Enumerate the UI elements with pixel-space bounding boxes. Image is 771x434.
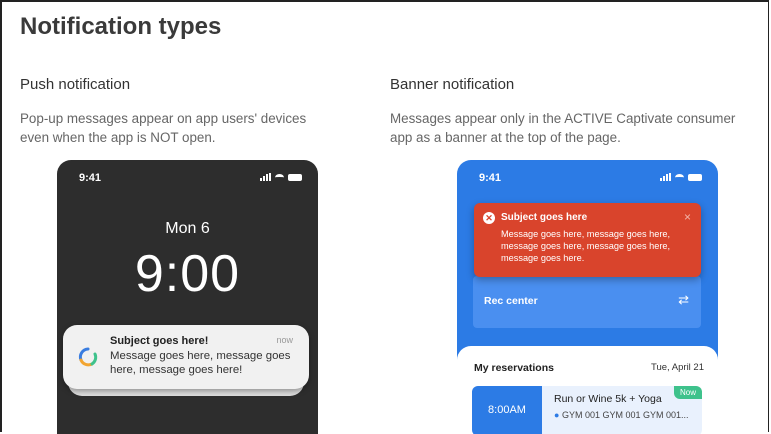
wifi-icon	[275, 173, 284, 181]
close-icon[interactable]: ×	[684, 210, 691, 224]
banner-phone-mockup: 9:41 Rec center ⇄ ✕ Subject goes here × …	[457, 160, 718, 434]
banner-description: Messages appear only in the ACTIVE Capti…	[390, 109, 770, 147]
push-subject: Subject goes here!	[110, 335, 209, 347]
reservations-title: My reservations	[474, 362, 554, 374]
error-icon: ✕	[483, 212, 495, 224]
banner-message: Message goes here, message goes here, me…	[501, 229, 671, 263]
banner-alert[interactable]: ✕ Subject goes here × Message goes here,…	[474, 203, 701, 277]
rec-center-label: Rec center	[484, 295, 538, 307]
battery-icon	[288, 173, 302, 181]
push-message: Message goes here, message goes here, me…	[110, 350, 291, 376]
signal-icon	[260, 173, 271, 181]
reservation-card[interactable]: 8:00AM Run or Wine 5k + Yoga ● GYM 001 G…	[472, 386, 702, 434]
push-description-line: even when the app is NOT open.	[20, 130, 216, 145]
push-description-line: Pop-up messages appear on app users' dev…	[20, 111, 307, 126]
banner-description-line: Messages appear only in the ACTIVE Capti…	[390, 111, 736, 126]
app-logo-icon	[78, 347, 98, 367]
location-pin-icon: ●	[554, 410, 560, 420]
battery-icon	[688, 173, 702, 181]
push-description: Pop-up messages appear on app users' dev…	[20, 109, 380, 147]
signal-icon	[660, 173, 671, 181]
push-notification-card[interactable]: Subject goes here! now Message goes here…	[63, 325, 309, 389]
push-title: Push notification	[20, 76, 131, 93]
push-timestamp: now	[276, 335, 293, 345]
status-icons	[660, 173, 702, 181]
banner-subject: Subject goes here	[501, 212, 588, 223]
banner-title: Banner notification	[390, 76, 515, 93]
reservation-name: Run or Wine 5k + Yoga	[554, 393, 662, 405]
lockscreen-clock: 9:00	[134, 245, 241, 303]
reservation-time: 8:00AM	[472, 386, 542, 434]
status-icons	[260, 173, 302, 181]
reservations-sheet: My reservations Tue, April 21 8:00AM Run…	[457, 346, 718, 434]
lockscreen-date: Mon 6	[165, 220, 210, 237]
now-badge: Now	[673, 386, 702, 399]
rec-center-row[interactable]: Rec center ⇄	[473, 276, 701, 328]
page-title: Notification types	[20, 13, 222, 40]
reservations-date: Tue, April 21	[651, 362, 704, 373]
status-time: 9:41	[479, 172, 502, 184]
banner-description-line: app as a banner at the top of the page.	[390, 130, 621, 145]
swap-icon[interactable]: ⇄	[678, 292, 689, 308]
reservation-location: ● GYM 001 GYM 001 GYM 001...	[554, 410, 689, 420]
status-time: 9:41	[79, 172, 102, 184]
wifi-icon	[675, 173, 684, 181]
